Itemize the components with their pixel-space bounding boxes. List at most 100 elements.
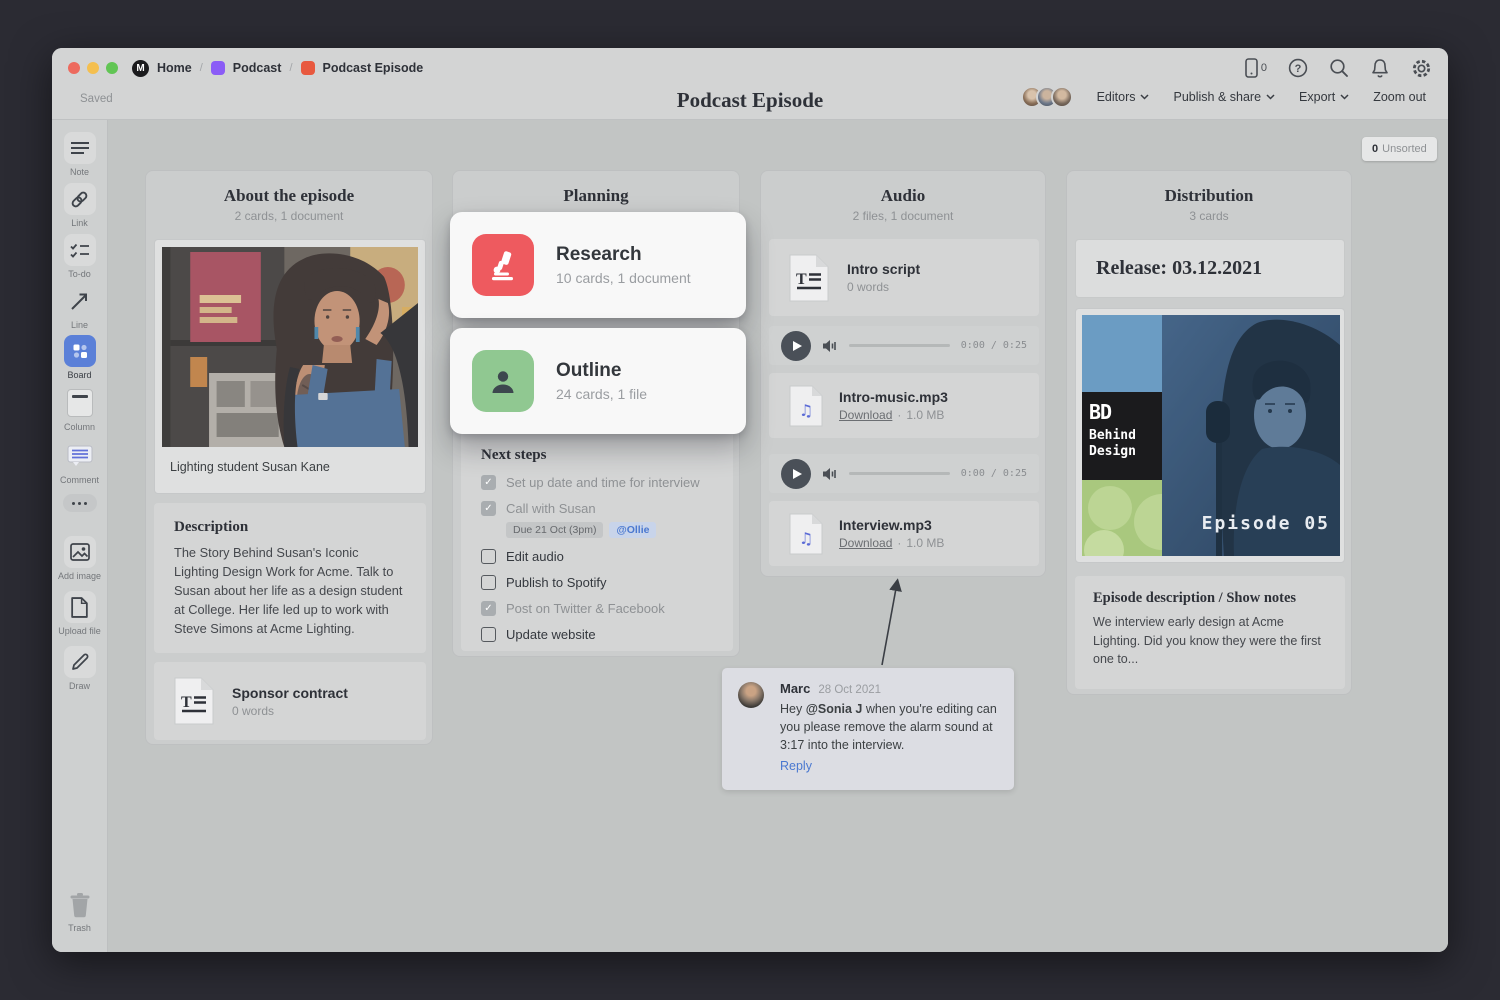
mention[interactable]: @Sonia J [806,702,863,716]
editor-avatars[interactable] [1021,86,1073,108]
document-meta: 0 words [232,704,348,718]
brand-line: Design [1089,444,1155,460]
column-about-the-episode[interactable]: About the episode 2 cards, 1 document [145,170,433,745]
tool-label: Draw [69,681,90,691]
tool-draw[interactable]: Draw [52,646,107,691]
seek-bar[interactable] [849,344,950,347]
todo-card-title: Next steps [481,447,713,464]
tool-board[interactable]: Board [52,335,107,380]
file-card-interview[interactable]: ♫ Interview.mp3 Download · 1.0 MB [769,501,1039,566]
note-title: Description [174,519,406,536]
due-date-badge[interactable]: Due 21 Oct (3pm) [506,522,603,538]
milanote-logo-icon[interactable]: M [132,60,149,77]
publish-share-menu[interactable]: Publish & share [1173,90,1275,104]
checkbox-icon[interactable] [481,549,496,564]
todo-item[interactable]: Edit audio [481,549,713,564]
document-card-intro-script[interactable]: T Intro script 0 words [769,239,1039,316]
checkbox-icon[interactable] [481,575,496,590]
maximize-window-button[interactable] [106,62,118,74]
column-distribution[interactable]: Distribution 3 cards Release: 03.12.2021… [1066,170,1352,695]
todo-item[interactable]: Post on Twitter & Facebook [481,601,713,616]
tool-comment[interactable]: Comment [52,440,107,485]
assignee-badge[interactable]: @Ollie [609,522,656,538]
cover-art-card[interactable]: BD Behind Design [1075,308,1345,563]
more-icon [63,494,97,512]
zoom-out-button[interactable]: Zoom out [1373,90,1426,104]
play-button[interactable] [781,331,811,361]
tool-add-image[interactable]: Add image [52,536,107,581]
file-card-intro-music[interactable]: ♫ Intro-music.mp3 Download · 1.0 MB [769,373,1039,438]
minimize-window-button[interactable] [87,62,99,74]
unsorted-badge[interactable]: 0 Unsorted [1362,137,1437,161]
tools-sidebar: Note Link To-do Line Board Column Commen… [52,120,108,952]
checkbox-icon[interactable] [481,501,496,516]
seek-bar[interactable] [849,472,950,475]
unsorted-count: 0 [1372,143,1378,155]
export-label: Export [1299,90,1335,104]
chevron-down-icon [1266,94,1275,100]
close-window-button[interactable] [68,62,80,74]
sort-card-research[interactable]: Research 10 cards, 1 document [450,212,746,318]
audio-player: 0:00 / 0:25 [769,326,1039,365]
checkbox-icon[interactable] [481,627,496,642]
tool-line[interactable]: Line [52,285,107,330]
checkbox-icon[interactable] [481,601,496,616]
tool-trash[interactable]: Trash [52,888,107,933]
episode-board-icon[interactable] [301,61,315,75]
tool-column[interactable]: Column [52,387,107,432]
breadcrumb-home[interactable]: Home [157,61,192,75]
help-button[interactable]: ? [1288,58,1308,78]
brand-line: Behind [1089,428,1155,444]
comment-text: Hey @Sonia J when you're editing can you… [780,700,998,754]
download-link[interactable]: Download [839,408,892,422]
episode-cover-art: BD Behind Design [1082,315,1340,556]
next-steps-todo-card[interactable]: Next steps Set up date and time for inte… [461,431,733,651]
comment-card[interactable]: Marc 28 Oct 2021 Hey @Sonia J when you'r… [722,668,1014,790]
mobile-device-button[interactable]: 0 [1245,58,1267,78]
comment-connector-arrow[interactable] [852,573,912,673]
tool-upload-file[interactable]: Upload file [52,591,107,636]
volume-icon[interactable] [822,467,838,481]
playback-time: 0:00 / 0:25 [961,340,1027,351]
column-audio[interactable]: Audio 2 files, 1 document T Intro script… [760,170,1046,577]
tool-todo[interactable]: To-do [52,234,107,279]
breadcrumb-podcast[interactable]: Podcast [233,61,282,75]
release-date-card[interactable]: Release: 03.12.2021 [1075,239,1345,298]
podcast-board-icon[interactable] [211,61,225,75]
todo-label: Post on Twitter & Facebook [506,601,665,616]
volume-icon[interactable] [822,339,838,353]
todo-item[interactable]: Publish to Spotify [481,575,713,590]
checkbox-icon[interactable] [481,475,496,490]
tool-label: Comment [60,475,99,485]
tool-note[interactable]: Note [52,132,107,177]
notifications-button[interactable] [1370,58,1390,79]
document-card-sponsor-contract[interactable]: T Sponsor contract 0 words [154,662,426,740]
download-link[interactable]: Download [839,536,892,550]
audio-player: 0:00 / 0:25 [769,454,1039,493]
image-card-susan[interactable]: Lighting student Susan Kane [154,239,426,494]
show-notes-card[interactable]: Episode description / Show notes We inte… [1075,576,1345,689]
todo-item[interactable]: Call with Susan [481,501,713,516]
todo-label: Set up date and time for interview [506,475,700,490]
sort-card-outline[interactable]: Outline 24 cards, 1 file [450,328,746,434]
avatar[interactable] [1051,86,1073,108]
reply-link[interactable]: Reply [780,759,812,773]
document-icon: T [174,677,214,725]
breadcrumb-episode[interactable]: Podcast Episode [323,61,424,75]
export-menu[interactable]: Export [1299,90,1349,104]
window-controls [68,62,118,74]
search-button[interactable] [1329,58,1349,78]
tool-label: Column [64,422,95,432]
note-body: The Story Behind Susan's Iconic Lighting… [174,544,406,639]
svg-text:?: ? [1295,63,1302,75]
sort-card-meta: 24 cards, 1 file [556,386,647,402]
tool-link[interactable]: Link [52,183,107,228]
settings-button[interactable] [1411,58,1432,79]
editors-menu[interactable]: Editors [1097,90,1150,104]
todo-item[interactable]: Set up date and time for interview [481,475,713,490]
play-button[interactable] [781,459,811,489]
todo-item[interactable]: Update website [481,627,713,642]
description-note-card[interactable]: Description The Story Behind Susan's Ico… [154,503,426,653]
tool-more[interactable] [52,494,107,512]
column-subtitle: 2 files, 1 document [761,209,1045,223]
